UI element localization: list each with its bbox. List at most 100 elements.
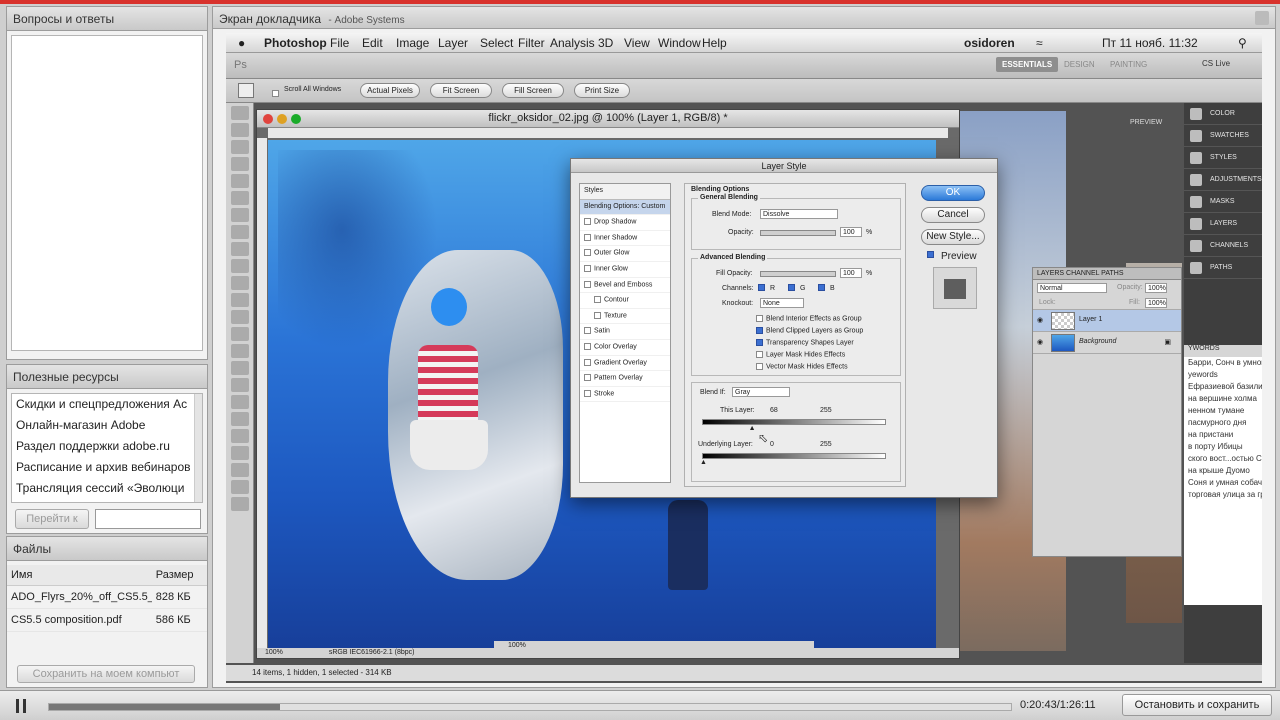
tool-icon[interactable]: [230, 395, 249, 409]
tool-icon[interactable]: [230, 412, 249, 426]
style-item[interactable]: Bevel and Emboss: [580, 278, 670, 294]
tool-icon[interactable]: [230, 463, 249, 477]
resource-link[interactable]: Расписание и архив вебинаров: [12, 457, 202, 478]
keyword-item[interactable]: на пристани: [1184, 429, 1262, 441]
tool-icon[interactable]: [230, 140, 249, 154]
scroll-all-checkbox[interactable]: [272, 86, 282, 100]
tool-icon[interactable]: [230, 123, 249, 137]
eye-icon[interactable]: ◉: [1037, 338, 1043, 346]
bottom-doc-zoom[interactable]: 100%: [508, 642, 526, 649]
stop-and-save-button[interactable]: Остановить и сохранить: [1122, 694, 1272, 716]
ws-design[interactable]: DESIGN: [1064, 60, 1095, 69]
preview-checkbox[interactable]: [927, 251, 937, 258]
channel-b-checkbox[interactable]: [818, 284, 828, 291]
advanced-checkbox[interactable]: [756, 351, 763, 358]
dock-adjustments[interactable]: ADJUSTMENTS: [1184, 169, 1262, 191]
keyword-item[interactable]: yewords: [1184, 369, 1262, 381]
advanced-checkbox[interactable]: [756, 363, 763, 370]
resource-url-field[interactable]: [95, 509, 201, 529]
tool-icon[interactable]: [230, 310, 249, 324]
style-checkbox[interactable]: [584, 327, 591, 335]
blend-mode-select[interactable]: Dissolve: [760, 209, 838, 219]
keyword-item[interactable]: ского вост...остью С: [1184, 453, 1262, 465]
tool-icon[interactable]: [230, 378, 249, 392]
menu-view[interactable]: View: [624, 36, 650, 50]
keyword-item[interactable]: на крыше Дуомо: [1184, 465, 1262, 477]
opacity-slider[interactable]: [760, 230, 836, 236]
tool-icon[interactable]: [230, 191, 249, 205]
apple-icon[interactable]: ●: [238, 36, 245, 50]
actual-pixels-button[interactable]: Actual Pixels: [360, 83, 420, 98]
style-checkbox[interactable]: [584, 280, 591, 288]
style-checkbox[interactable]: [584, 389, 591, 397]
style-item[interactable]: Color Overlay: [580, 340, 670, 356]
resource-link[interactable]: Скидки и спецпредложения Ac: [12, 394, 202, 415]
layers-tabs[interactable]: LAYERS CHANNEL PATHS: [1033, 268, 1181, 280]
menu-3d[interactable]: 3D: [598, 36, 613, 50]
underlying-black-thumb[interactable]: ▲: [700, 459, 707, 466]
print-size-button[interactable]: Print Size: [574, 83, 630, 98]
resource-link[interactable]: Раздел поддержки adobe.ru: [12, 436, 202, 457]
menu-layer[interactable]: Layer: [438, 36, 468, 50]
tool-icon[interactable]: [230, 480, 249, 494]
resources-scrollbar[interactable]: [194, 394, 202, 502]
this-layer-black-thumb[interactable]: ▲: [749, 425, 756, 432]
dock-masks[interactable]: MASKS: [1184, 191, 1262, 213]
dock-styles[interactable]: STYLES: [1184, 147, 1262, 169]
style-checkbox[interactable]: [584, 233, 591, 241]
this-layer-slider[interactable]: [702, 419, 886, 425]
style-item[interactable]: Pattern Overlay: [580, 371, 670, 387]
layer-fill[interactable]: 100%: [1145, 298, 1167, 308]
style-item[interactable]: Drop Shadow: [580, 215, 670, 231]
layer-blend-mode[interactable]: Normal: [1037, 283, 1107, 293]
tool-icon[interactable]: [230, 259, 249, 273]
hand-tool-icon[interactable]: [238, 83, 254, 98]
tool-icon[interactable]: [230, 276, 249, 290]
advanced-check-row[interactable]: Transparency Shapes Layer: [756, 339, 900, 351]
advanced-check-row[interactable]: Blend Interior Effects as Group: [756, 315, 900, 327]
resource-link[interactable]: Трансляция сессий «Эволюци: [12, 478, 202, 499]
zoom-icon[interactable]: [291, 114, 301, 124]
keyword-item[interactable]: на вершине холма: [1184, 393, 1262, 405]
keyword-item[interactable]: торговая улица за гранд-: [1184, 489, 1262, 501]
blend-if-select[interactable]: Gray: [732, 387, 790, 397]
close-icon[interactable]: [263, 114, 273, 124]
layer-opacity[interactable]: 100%: [1145, 283, 1167, 293]
keyword-item[interactable]: Барри, Сонч в умной: [1184, 357, 1262, 369]
tool-icon[interactable]: [230, 327, 249, 341]
user-name[interactable]: osidoren: [964, 36, 1015, 50]
eye-icon[interactable]: ◉: [1037, 316, 1043, 324]
style-checkbox[interactable]: [584, 358, 591, 366]
tool-icon[interactable]: [230, 446, 249, 460]
playback-progress[interactable]: [48, 703, 1012, 711]
style-checkbox[interactable]: [584, 342, 591, 350]
advanced-check-row[interactable]: Blend Clipped Layers as Group: [756, 327, 900, 339]
style-item[interactable]: Gradient Overlay: [580, 356, 670, 372]
style-item[interactable]: Satin: [580, 324, 670, 340]
channel-g-checkbox[interactable]: [788, 284, 798, 291]
style-item[interactable]: Texture: [580, 309, 670, 325]
style-checkbox[interactable]: [584, 374, 591, 382]
dock-paths[interactable]: PATHS: [1184, 257, 1262, 279]
tool-icon[interactable]: [230, 361, 249, 375]
dock-channels[interactable]: CHANNELS: [1184, 235, 1262, 257]
style-checkbox[interactable]: [584, 249, 591, 257]
menu-filter[interactable]: Filter: [518, 36, 545, 50]
style-item[interactable]: Inner Shadow: [580, 231, 670, 247]
ws-essentials[interactable]: ESSENTIALS: [996, 57, 1059, 72]
save-to-computer-button[interactable]: Сохранить на моем компьют: [17, 665, 195, 683]
layer-row-background[interactable]: ◉ Background ▣: [1033, 332, 1181, 354]
keyword-item[interactable]: пасмурного дня: [1184, 417, 1262, 429]
styles-header[interactable]: Styles: [580, 184, 670, 200]
style-item[interactable]: Stroke: [580, 387, 670, 403]
fill-opacity-slider[interactable]: [760, 271, 836, 277]
style-item[interactable]: Outer Glow: [580, 246, 670, 262]
tool-icon[interactable]: [230, 242, 249, 256]
menu-window[interactable]: Window: [658, 36, 701, 50]
tool-icon[interactable]: [230, 106, 249, 120]
channel-r-checkbox[interactable]: [758, 284, 768, 291]
advanced-check-row[interactable]: Layer Mask Hides Effects: [756, 351, 900, 363]
style-item[interactable]: Inner Glow: [580, 262, 670, 278]
keyword-item[interactable]: Соня и умная собачка: [1184, 477, 1262, 489]
dock-layers[interactable]: LAYERS: [1184, 213, 1262, 235]
